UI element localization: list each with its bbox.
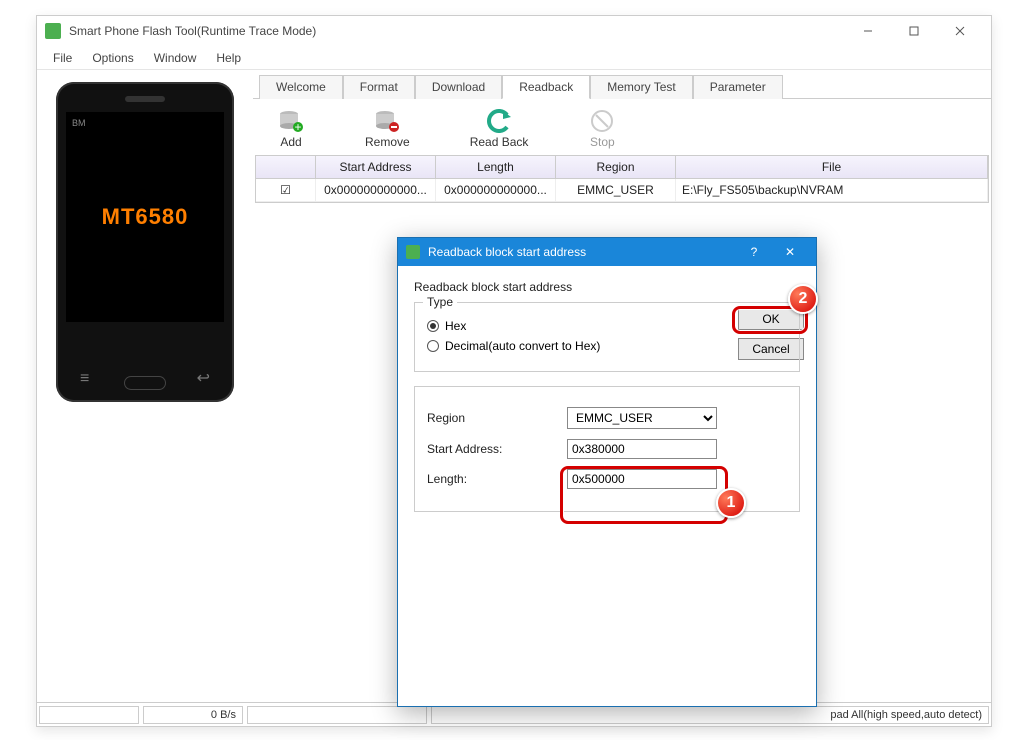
stop-label: Stop [590, 135, 615, 149]
add-label: Add [280, 135, 301, 149]
readback-table: Start Address Length Region File ☑ 0x000… [255, 155, 989, 203]
radio-hex-icon [427, 320, 439, 332]
length-label: Length: [427, 472, 567, 486]
readback-address-dialog: Readback block start address ? ✕ Readbac… [397, 237, 817, 707]
region-select[interactable]: EMMC_USER [567, 407, 717, 429]
app-icon [45, 23, 61, 39]
dialog-titlebar: Readback block start address ? ✕ [398, 238, 816, 266]
radio-hex[interactable]: Hex [427, 319, 787, 333]
stop-button[interactable]: Stop [588, 109, 616, 149]
phone-preview: BM MT6580 ≡ ↩ [56, 82, 234, 402]
menu-options[interactable]: Options [82, 48, 143, 68]
phone-menu-icon: ≡ [80, 370, 89, 388]
readback-label: Read Back [470, 135, 529, 149]
toolbar: + Add Remove Read Back [253, 99, 991, 155]
start-address-label: Start Address: [427, 442, 567, 456]
dialog-title: Readback block start address [428, 245, 736, 259]
tab-format[interactable]: Format [343, 75, 415, 99]
col-file: File [676, 156, 988, 178]
remove-label: Remove [365, 135, 410, 149]
table-row[interactable]: ☑ 0x000000000000... 0x000000000000... EM… [256, 179, 988, 202]
menu-window[interactable]: Window [144, 48, 207, 68]
phone-back-icon: ↩ [197, 368, 210, 388]
col-start: Start Address [316, 156, 436, 178]
dialog-heading: Readback block start address [414, 280, 800, 294]
row-region: EMMC_USER [556, 179, 676, 201]
row-file: E:\Fly_FS505\backup\NVRAM [676, 179, 988, 201]
length-input[interactable] [567, 469, 717, 489]
remove-button[interactable]: Remove [365, 109, 410, 149]
status-mode: pad All(high speed,auto detect) [431, 706, 989, 724]
phone-speaker-icon [125, 96, 165, 102]
menu-help[interactable]: Help [206, 48, 251, 68]
dialog-close-button[interactable]: ✕ [772, 245, 808, 259]
region-label: Region [427, 411, 567, 425]
radio-decimal[interactable]: Decimal(auto convert to Hex) [427, 339, 787, 353]
callout-badge-2: 2 [788, 284, 818, 314]
menu-file[interactable]: File [43, 48, 82, 68]
database-add-icon: + [277, 109, 305, 133]
window-title: Smart Phone Flash Tool(Runtime Trace Mod… [69, 24, 845, 38]
dialog-app-icon [406, 245, 420, 259]
dialog-help-button[interactable]: ? [736, 245, 772, 259]
close-button[interactable] [937, 16, 983, 46]
readback-button[interactable]: Read Back [470, 109, 529, 149]
add-button[interactable]: + Add [277, 109, 305, 149]
svg-text:+: + [294, 120, 301, 133]
tab-parameter[interactable]: Parameter [693, 75, 783, 99]
menubar: File Options Window Help [37, 46, 991, 70]
phone-chip-label: MT6580 [102, 204, 189, 230]
status-cell-3 [247, 706, 427, 724]
readback-arrow-icon [485, 109, 513, 133]
database-remove-icon [373, 109, 401, 133]
titlebar: Smart Phone Flash Tool(Runtime Trace Mod… [37, 16, 991, 46]
col-length: Length [436, 156, 556, 178]
left-panel: BM MT6580 ≡ ↩ [37, 70, 253, 702]
tab-download[interactable]: Download [415, 75, 502, 99]
radio-decimal-label: Decimal(auto convert to Hex) [445, 339, 600, 353]
col-check [256, 156, 316, 178]
type-legend: Type [423, 295, 457, 309]
stop-icon [588, 109, 616, 133]
tab-memory-test[interactable]: Memory Test [590, 75, 692, 99]
minimize-button[interactable] [845, 16, 891, 46]
status-progress [39, 706, 139, 724]
row-length: 0x000000000000... [436, 179, 556, 201]
row-start: 0x000000000000... [316, 179, 436, 201]
maximize-button[interactable] [891, 16, 937, 46]
phone-brand: BM [72, 118, 86, 128]
row-checkbox[interactable]: ☑ [256, 179, 316, 201]
tabs: Welcome Format Download Readback Memory … [253, 70, 991, 99]
callout-badge-1: 1 [716, 488, 746, 518]
col-region: Region [556, 156, 676, 178]
status-speed: 0 B/s [143, 706, 243, 724]
tab-readback[interactable]: Readback [502, 75, 590, 99]
radio-decimal-icon [427, 340, 439, 352]
start-address-input[interactable] [567, 439, 717, 459]
phone-screen: MT6580 [66, 112, 224, 322]
type-fieldset: Type Hex Decimal(auto convert to Hex) [414, 302, 800, 372]
phone-home-icon [124, 376, 166, 390]
tab-welcome[interactable]: Welcome [259, 75, 343, 99]
radio-hex-label: Hex [445, 319, 466, 333]
